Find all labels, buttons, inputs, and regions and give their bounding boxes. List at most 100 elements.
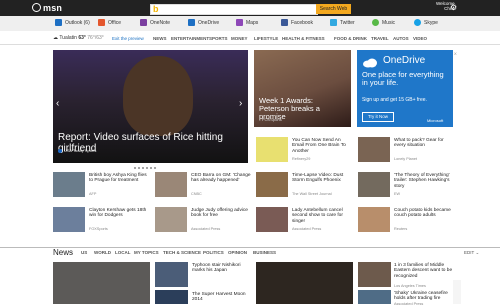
story-title[interactable]: Clayton Kershaw gets 18th win for Dodger… <box>89 208 149 219</box>
ad-body: One place for everything in your life. <box>362 70 444 87</box>
nav-lifestyle[interactable]: LIFESTYLE <box>254 36 278 41</box>
story-title[interactable]: Lady Antebellum cancel second show to ca… <box>292 208 352 224</box>
story-thumbnail <box>155 172 187 197</box>
story-source: EW <box>394 192 401 196</box>
story-title[interactable]: CEO Barra on GM: 'Change has already hap… <box>191 173 251 184</box>
app-label: Skype <box>424 20 438 26</box>
app-outlook[interactable]: Outlook (6) <box>55 19 90 27</box>
section-nav-us[interactable]: US <box>81 250 87 255</box>
story-title[interactable]: Judge Judy offering advice book for free <box>191 208 251 219</box>
carousel-dot[interactable] <box>142 167 144 169</box>
section-nav-business[interactable]: BUSINESS <box>253 250 276 255</box>
butterfly-icon <box>32 3 41 12</box>
nav-health[interactable]: HEALTH & FITNESS <box>282 36 325 41</box>
carousel-dot[interactable] <box>150 167 152 169</box>
nav-travel[interactable]: TRAVEL <box>371 36 389 41</box>
story-title[interactable]: Typhoon stair Nishikori marks his Japan <box>192 263 252 274</box>
section-nav-tech[interactable]: TECH & SCIENCE <box>163 250 201 255</box>
app-onenote[interactable]: OneNote <box>140 19 170 27</box>
app-music[interactable]: Music <box>372 19 395 27</box>
ad-title: OneDrive <box>383 55 426 66</box>
search-button[interactable]: Search Web <box>316 4 351 14</box>
chevron-down-icon: ⌄ <box>475 250 480 255</box>
nav-news[interactable]: NEWS <box>153 36 167 41</box>
app-twitter[interactable]: Twitter <box>330 19 355 27</box>
brand-text: msn <box>43 3 63 13</box>
carousel-dot[interactable] <box>130 167 132 169</box>
facebook-icon <box>281 19 288 26</box>
story-thumbnail <box>53 207 85 232</box>
section-nav-opinion[interactable]: OPINION <box>228 250 247 255</box>
microsoft-logo: Microsoft <box>427 118 444 123</box>
story-title[interactable]: 'Shaky' Ukraine ceasefire holds after tr… <box>394 291 454 302</box>
story-thumbnail <box>358 262 391 287</box>
news-tile[interactable] <box>256 262 353 304</box>
nav-autos[interactable]: AUTOS <box>393 36 409 41</box>
gear-icon[interactable]: ⚙ <box>450 3 457 12</box>
story-source: Reuters <box>394 227 408 231</box>
section-divider <box>0 247 500 260</box>
story-thumbnail <box>155 262 188 287</box>
app-label: OneDrive <box>198 20 220 26</box>
story-title[interactable]: 'The Theory of Everything' trailer: Step… <box>394 173 454 189</box>
story-thumbnail <box>155 207 187 232</box>
nav-money[interactable]: MONEY <box>231 36 248 41</box>
edit-label: EDIT <box>464 250 475 255</box>
story-thumbnail <box>256 137 288 162</box>
section-nav-politics[interactable]: POLITICS <box>203 250 224 255</box>
edit-button[interactable]: EDIT ⌄ <box>464 250 479 256</box>
app-label: OneNote <box>150 20 171 26</box>
news-tile[interactable] <box>53 262 150 304</box>
chevron-left-icon[interactable]: ‹ <box>56 98 59 109</box>
story-thumbnail <box>358 137 390 162</box>
story-title[interactable]: Time-Lapse Video: Dust Storm Engulfs Pho… <box>292 173 352 184</box>
carousel-dot[interactable] <box>146 167 148 169</box>
story-thumbnail <box>256 172 288 197</box>
app-maps[interactable]: Maps <box>236 19 258 27</box>
carousel-dot[interactable] <box>134 167 136 169</box>
chevron-right-icon[interactable]: › <box>239 98 242 109</box>
story-source: Associated Press <box>394 302 424 306</box>
scroll-handle[interactable] <box>453 280 461 304</box>
source-label: USA Today Sports <box>64 148 97 153</box>
feature-tile-source: FOXSports <box>262 117 282 122</box>
story-title[interactable]: 1 in 3 families of Middle Eastern descen… <box>394 263 454 279</box>
section-nav-world[interactable]: WORLD <box>94 250 111 255</box>
outlook-icon <box>55 19 62 26</box>
ad-close-icon[interactable]: X <box>454 51 457 56</box>
search-input[interactable]: b <box>150 4 318 15</box>
nav-food[interactable]: FOOD & DRINK <box>334 36 367 41</box>
try-now-button[interactable]: Try it Now <box>362 112 394 122</box>
office-icon <box>98 19 105 26</box>
carousel-dots[interactable] <box>130 156 158 174</box>
weather-temp: 63° <box>78 35 86 41</box>
app-onedrive[interactable]: OneDrive <box>188 19 219 27</box>
story-source: Associated Press <box>191 227 221 231</box>
nav-entertainment[interactable]: ENTERTAINMENT <box>171 36 209 41</box>
ad-small: Sign up and get 15 GB+ free. <box>362 97 427 103</box>
nav-video[interactable]: VIDEO <box>413 36 427 41</box>
twitter-icon <box>330 19 337 26</box>
msn-logo[interactable]: msn <box>32 3 62 13</box>
story-source: Refinery29 <box>292 157 311 161</box>
app-office[interactable]: Office <box>98 19 121 27</box>
section-nav-mytopics[interactable]: MY TOPICS <box>134 250 159 255</box>
section-title[interactable]: News <box>53 248 73 257</box>
story-title[interactable]: Couch potato kids became couch potato ad… <box>394 208 454 219</box>
story-title[interactable]: You Can Now Send An Email From One Brain… <box>292 138 352 154</box>
section-nav-local[interactable]: LOCAL <box>115 250 131 255</box>
app-label: Maps <box>246 20 259 26</box>
story-title[interactable]: The Super Harvest Moon 2014 <box>192 292 252 303</box>
carousel-dot[interactable] <box>138 167 140 169</box>
story-thumbnail <box>358 290 391 304</box>
story-source: The Wall Street Journal <box>292 192 332 196</box>
story-title[interactable]: What to pack? Gear for every situation <box>394 138 454 149</box>
exit-preview-link[interactable]: Exit the preview <box>112 36 144 41</box>
weather-widget[interactable]: ☁ Tualatin 63° 76°/63° <box>53 35 104 41</box>
app-facebook[interactable]: Facebook <box>281 19 313 27</box>
carousel-dot[interactable] <box>154 167 156 169</box>
story-title[interactable]: British boy Ashya King flies to Prague f… <box>89 173 149 184</box>
app-skype[interactable]: Skype <box>414 19 438 27</box>
hero-image <box>123 56 193 136</box>
nav-sports[interactable]: SPORTS <box>209 36 228 41</box>
